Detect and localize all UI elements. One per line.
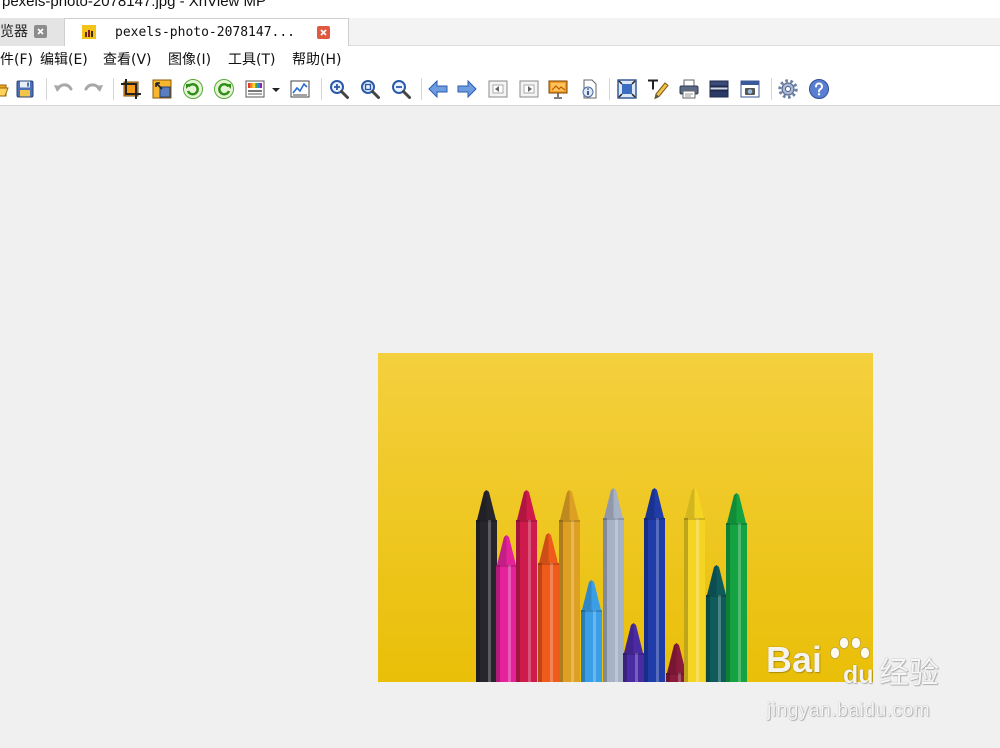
tab-image[interactable]: pexels-photo-2078147... [65,18,349,47]
zoom-in-icon [330,80,349,99]
toolbar-separator [609,78,610,100]
next-page-icon [519,80,539,98]
resize-icon [152,79,172,99]
next-arrow-icon [457,79,477,99]
menu-edit[interactable]: 编辑(E) [40,51,88,69]
rotate-right-icon [214,79,234,99]
open-button[interactable] [0,77,10,101]
crayon-green [726,493,747,682]
menu-view[interactable]: 查看(V) [103,51,152,69]
previous-arrow-icon [428,79,448,99]
toolbar [0,73,1000,106]
print-icon [679,79,699,99]
edit-button[interactable] [646,77,670,101]
watermark-url: jingyan.baidu.com [767,700,931,721]
toolbar-separator [771,78,772,100]
menu-bar: 件(F) 编辑(E) 查看(V) 图像(I) 工具(T) 帮助(H) [0,46,1000,73]
crayon-orange [538,533,559,682]
slideshow-button[interactable] [546,77,570,101]
tab-browser-label: 览器 [0,24,28,40]
menu-file[interactable]: 件(F) [0,51,33,69]
adjust-colors-dropdown[interactable] [270,77,282,101]
rotate-left-icon [183,79,203,99]
tab-bar: 览器 pexels-photo-2078147... [0,18,1000,47]
crayon-black [476,490,497,682]
previous-page-icon [488,80,508,98]
zoom-out-button[interactable] [389,77,413,101]
menu-tools[interactable]: 工具(T) [228,51,275,69]
crayon-magenta [496,535,517,682]
adjust-colors-icon [245,80,265,98]
help-icon [809,79,829,99]
properties-button[interactable] [577,77,601,101]
toolbar-separator [421,78,422,100]
image-file-icon [82,25,96,39]
settings-icon [778,79,798,99]
window-title: pexels-photo-2078147.jpg - XnView MP [2,0,267,10]
close-tab-icon[interactable] [317,26,330,39]
crayon-yellow [684,488,705,682]
previous-image-button[interactable] [426,77,450,101]
next-image-button[interactable] [455,77,479,101]
crop-icon [121,79,141,99]
redo-button[interactable] [82,77,106,101]
close-tab-icon[interactable] [34,25,47,38]
fullscreen-icon [617,79,637,99]
slideshow-icon [548,80,568,99]
watermark-brand-left: Bai [766,639,823,680]
menu-image[interactable]: 图像(I) [168,51,211,69]
capture-icon [740,80,760,98]
save-icon [16,80,34,98]
fullscreen-button[interactable] [615,77,639,101]
dropdown-arrow-icon [272,88,280,92]
edit-text-icon [648,79,669,100]
crayon-crimson [516,490,537,682]
watermark-brand-cn: 经验 [879,656,939,691]
crayon-navy [644,488,665,682]
rotate-left-button[interactable] [181,77,205,101]
undo-button[interactable] [51,77,75,101]
zoom-out-icon [392,80,411,99]
zoom-in-button[interactable] [327,77,351,101]
baidu-watermark: Bai du 经验 jingyan.baidu.com [766,636,946,726]
rotate-right-button[interactable] [212,77,236,101]
resize-button[interactable] [150,77,174,101]
crayon-silver [603,488,624,682]
viewer-image [378,353,873,682]
previous-page-button[interactable] [486,77,510,101]
menu-help[interactable]: 帮助(H) [292,51,341,69]
watermark-brand-right: du [843,661,874,689]
tab-browser[interactable]: 览器 [0,18,65,46]
settings-button[interactable] [776,77,800,101]
zoom-fit-button[interactable] [358,77,382,101]
undo-icon [54,83,73,92]
toolbar-separator [46,78,47,100]
save-button[interactable] [13,77,37,101]
open-folder-icon [0,84,9,97]
scan-button[interactable] [707,77,731,101]
redo-icon [84,83,103,92]
next-page-button[interactable] [517,77,541,101]
properties-icon [582,79,597,99]
zoom-fit-icon [361,80,380,99]
tab-image-label: pexels-photo-2078147... [115,25,296,40]
help-button[interactable] [807,77,831,101]
histogram-button[interactable] [288,77,312,101]
crayon-gold [559,490,580,682]
print-button[interactable] [677,77,701,101]
title-bar: pexels-photo-2078147.jpg - XnView MP [0,0,1000,18]
scan-icon [709,80,729,98]
image-background [378,353,873,682]
toolbar-separator [321,78,322,100]
capture-button[interactable] [738,77,762,101]
toolbar-separator [113,78,114,100]
adjust-colors-button[interactable] [243,77,267,101]
histogram-icon [290,80,310,98]
crop-button[interactable] [119,77,143,101]
